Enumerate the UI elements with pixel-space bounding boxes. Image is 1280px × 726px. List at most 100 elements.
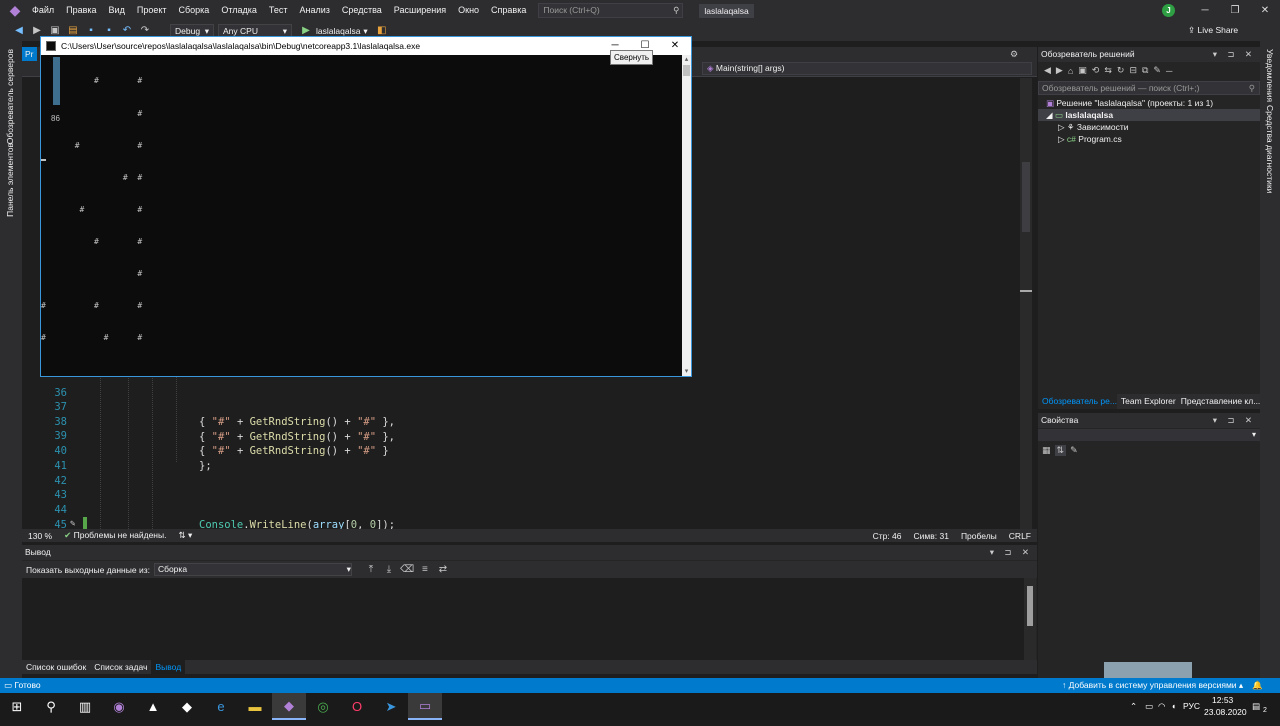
console-title-bar[interactable]: C:\Users\User\source\repos\laslalaqalsa\… bbox=[41, 37, 691, 55]
menu-edit[interactable]: Правка bbox=[60, 0, 102, 21]
toolbox-tab[interactable]: Панель элементов bbox=[5, 143, 15, 217]
quick-actions-icon[interactable]: ✎ bbox=[70, 517, 75, 529]
tab-class-view[interactable]: Представление кл... bbox=[1177, 394, 1260, 409]
scrollbar-thumb[interactable] bbox=[683, 65, 690, 76]
file-explorer-icon[interactable]: ▬ bbox=[238, 693, 272, 720]
menu-help[interactable]: Справка bbox=[485, 0, 532, 21]
pending-changes-icon[interactable]: ⟲ bbox=[1092, 65, 1100, 76]
menu-view[interactable]: Вид bbox=[103, 0, 131, 21]
alphabetical-icon[interactable]: ⇅ bbox=[1054, 445, 1067, 456]
windows-start-icon[interactable]: ⊞ bbox=[0, 693, 34, 720]
forward-icon[interactable]: ▶ bbox=[1056, 65, 1063, 76]
switch-views-icon[interactable]: ▣ bbox=[1078, 65, 1087, 76]
tab-output[interactable]: Вывод bbox=[151, 660, 186, 674]
menu-analyze[interactable]: Анализ bbox=[294, 0, 336, 21]
output-text-area[interactable] bbox=[22, 578, 1024, 660]
tab-solution-explorer[interactable]: Обозреватель ре... bbox=[1038, 394, 1117, 409]
avatar[interactable]: J bbox=[1162, 4, 1175, 17]
network-icon[interactable]: ◠ bbox=[1158, 693, 1165, 720]
panel-controls[interactable]: ▾ ⊐ ✕ bbox=[990, 545, 1033, 560]
store-app-icon[interactable]: ◆ bbox=[170, 693, 204, 720]
server-explorer-tab[interactable]: Обозреватель серверов bbox=[5, 49, 15, 144]
minimize-window-button[interactable]: ─ bbox=[1190, 0, 1220, 21]
back-icon[interactable]: ◀ bbox=[12, 24, 26, 38]
scrollbar-thumb[interactable] bbox=[1027, 586, 1033, 626]
diagnostic-tools-tab[interactable]: Средства диагностики bbox=[1265, 105, 1275, 193]
tray-expand-icon[interactable]: ⌃ bbox=[1130, 693, 1137, 720]
input-language[interactable]: РУС bbox=[1183, 693, 1200, 720]
zoom-level[interactable]: 130 % bbox=[22, 531, 58, 541]
maximize-window-button[interactable]: ❐ bbox=[1220, 0, 1250, 21]
menu-project[interactable]: Проект bbox=[131, 0, 173, 21]
scrollbar-thumb[interactable] bbox=[1022, 162, 1030, 232]
menu-window[interactable]: Окно bbox=[452, 0, 485, 21]
code-area[interactable]: 36 37 { "#" + GetRndString() + "#" }, 38… bbox=[22, 372, 1020, 529]
close-window-button[interactable]: ✕ bbox=[1250, 0, 1280, 21]
taskbar-search-icon[interactable]: ⚲ bbox=[34, 693, 68, 720]
home-icon[interactable]: ⌂ bbox=[1068, 66, 1073, 76]
opera-app-icon[interactable]: O bbox=[340, 693, 374, 720]
output-scrollbar[interactable] bbox=[1024, 578, 1036, 660]
refresh-icon[interactable]: ↻ bbox=[1117, 65, 1125, 76]
panel-controls[interactable]: ▾ ⊐ ✕ bbox=[1213, 47, 1256, 62]
line-ending-indicator[interactable]: CRLF bbox=[1003, 531, 1037, 541]
chrome-app-icon[interactable]: ◎ bbox=[306, 693, 340, 720]
photos-app-icon[interactable]: ▲ bbox=[136, 693, 170, 720]
edge-app-icon[interactable]: e bbox=[204, 693, 238, 720]
battery-icon[interactable]: ▭ bbox=[1145, 693, 1153, 720]
git-branch-dropdown[interactable]: ⇅ ▾ bbox=[172, 530, 198, 541]
notifications-bell-icon[interactable]: 🔔 bbox=[1252, 678, 1263, 693]
volume-icon[interactable]: ◖ bbox=[1171, 693, 1176, 720]
issues-indicator[interactable]: ✔ Проблемы не найдены. bbox=[58, 530, 172, 541]
back-icon[interactable]: ◀ bbox=[1044, 65, 1051, 76]
menu-test[interactable]: Тест bbox=[263, 0, 294, 21]
clear-all-icon[interactable]: ⌫ bbox=[400, 563, 414, 577]
tree-item-program-cs[interactable]: ▷ c# Program.cs bbox=[1038, 133, 1260, 145]
toggle-wrap-icon[interactable]: ⇄ bbox=[436, 563, 450, 577]
go-to-next-icon[interactable]: ⤓ bbox=[382, 563, 396, 577]
properties-object-select[interactable]: ▾ bbox=[1038, 429, 1260, 441]
notifications-tab[interactable]: Уведомления bbox=[1265, 49, 1275, 102]
member-navigation-dropdown[interactable]: ◈ Main(string[] args) bbox=[702, 62, 1032, 75]
solution-explorer-search[interactable]: Обозреватель решений — поиск (Ctrl+;) ⚲ bbox=[1038, 81, 1260, 95]
collapse-all-icon[interactable]: ⊟ bbox=[1129, 65, 1137, 76]
tab-program-cs[interactable]: Pr bbox=[22, 47, 37, 61]
panel-controls[interactable]: ▾ ⊐ ✕ bbox=[1213, 413, 1256, 428]
live-share-button[interactable]: ⇪ Live Share bbox=[1188, 25, 1238, 36]
word-wrap-icon[interactable]: ≡ bbox=[418, 563, 432, 577]
clock-date[interactable]: 23.08.2020 bbox=[1204, 699, 1247, 726]
telegram-app-icon[interactable]: ➤ bbox=[374, 693, 408, 720]
show-all-files-icon[interactable]: ⧉ bbox=[1142, 65, 1148, 76]
scroll-down-icon[interactable]: ▾ bbox=[682, 367, 691, 376]
sync-icon[interactable]: ⇆ bbox=[1104, 65, 1112, 76]
tree-item-dependencies[interactable]: ▷ ⚘ Зависимости bbox=[1038, 121, 1260, 133]
properties-wrench-icon[interactable]: ✎ bbox=[1153, 65, 1161, 76]
menu-build[interactable]: Сборка bbox=[173, 0, 216, 21]
whitespace-indicator[interactable]: Пробелы bbox=[955, 531, 1003, 541]
preview-icon[interactable]: ─ bbox=[1166, 66, 1172, 76]
menu-debug[interactable]: Отладка bbox=[215, 0, 263, 21]
output-source-select[interactable]: Сборка ▾ bbox=[153, 563, 352, 576]
console-app-icon[interactable]: ▭ bbox=[408, 693, 442, 720]
tree-item-project[interactable]: ◢ ▭ laslalaqalsa bbox=[1038, 109, 1260, 121]
menu-tools[interactable]: Средства bbox=[336, 0, 388, 21]
console-scrollbar[interactable]: ▴ ▾ bbox=[682, 55, 691, 376]
tree-item-solution[interactable]: ▣ Решение "laslalaqalsa" (проекты: 1 из … bbox=[1038, 97, 1260, 109]
categorized-icon[interactable]: ▦ bbox=[1042, 445, 1051, 456]
go-to-previous-icon[interactable]: ⤒ bbox=[364, 563, 378, 577]
menu-extensions[interactable]: Расширения bbox=[388, 0, 452, 21]
tab-settings-gear-icon[interactable]: ⚙ bbox=[1010, 47, 1018, 61]
property-pages-icon[interactable]: ✎ bbox=[1070, 445, 1078, 456]
action-center-icon[interactable]: ▤ bbox=[1252, 693, 1260, 720]
tab-error-list[interactable]: Список ошибок bbox=[22, 660, 90, 674]
editor-vertical-scrollbar[interactable] bbox=[1020, 78, 1032, 530]
tab-task-list[interactable]: Список задач bbox=[90, 660, 151, 674]
quick-launch-search[interactable]: Поиск (Ctrl+Q) ⚲ bbox=[538, 3, 684, 18]
task-view-icon[interactable]: ▥ bbox=[68, 693, 102, 720]
visual-studio-app-icon[interactable]: ◆ bbox=[272, 693, 306, 720]
cortana-app-icon[interactable]: ◉ bbox=[102, 693, 136, 720]
menu-file[interactable]: Файл bbox=[26, 0, 60, 21]
scroll-up-icon[interactable]: ▴ bbox=[682, 55, 691, 64]
console-window[interactable]: C:\Users\User\source\repos\laslalaqalsa\… bbox=[40, 36, 692, 377]
tab-team-explorer[interactable]: Team Explorer bbox=[1117, 394, 1177, 409]
